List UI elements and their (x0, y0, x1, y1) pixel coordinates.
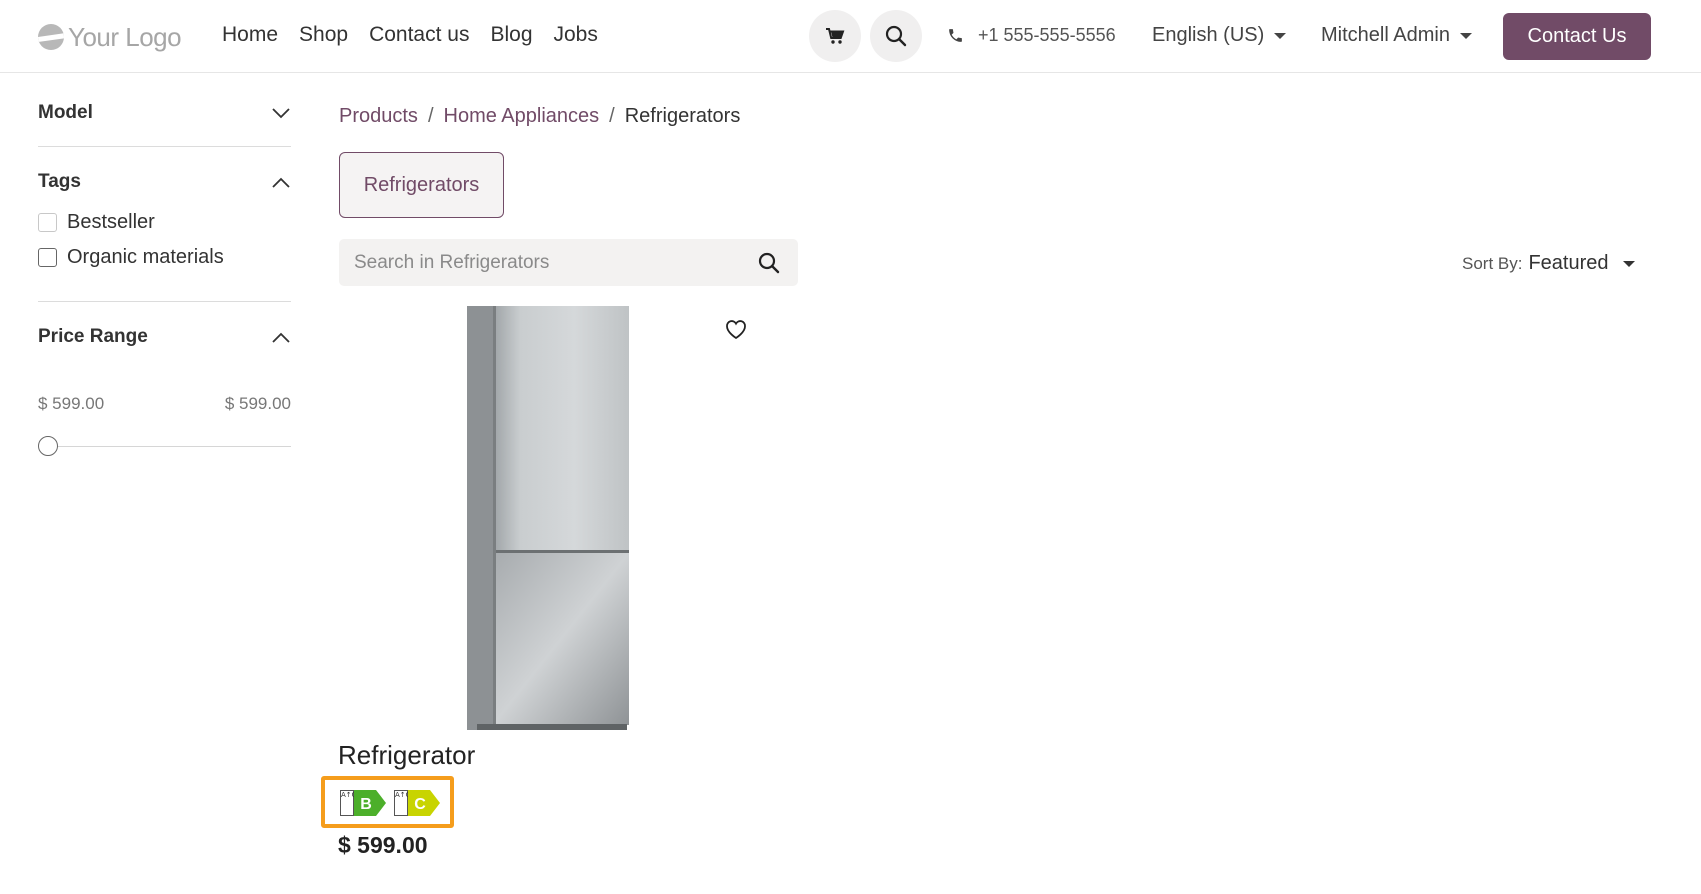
energy-class-arrow: C (408, 790, 440, 816)
cart-button[interactable] (809, 10, 861, 62)
bestseller-checkbox[interactable] (38, 213, 57, 232)
tag-label: Bestseller (67, 211, 155, 233)
logo[interactable]: Your Logo (38, 21, 182, 52)
filter-tags: Tags Bestseller Organic materials (38, 147, 291, 302)
phone-number: +1 555-555-5556 (978, 25, 1116, 45)
phone-link[interactable]: +1 555-555-5556 (947, 25, 1116, 46)
breadcrumb-products[interactable]: Products (339, 105, 418, 128)
product-price: $ 599.00 (338, 832, 428, 858)
filter-model: Model (38, 90, 291, 147)
energy-scale-icon: A↑G (340, 790, 357, 816)
caret-down-icon (1622, 260, 1635, 267)
chevron-up-icon (271, 327, 291, 347)
energy-scale-icon: A↑G (394, 790, 411, 816)
site-header: Your Logo Home Shop Contact us Blog Jobs… (0, 0, 1701, 73)
product-search (339, 239, 798, 286)
organic-materials-checkbox[interactable] (38, 248, 57, 267)
price-max: $ 599.00 (224, 394, 291, 413)
chevron-up-icon (271, 172, 291, 192)
language-dropdown[interactable]: English (US) (1152, 24, 1287, 47)
filter-tags-title: Tags (38, 171, 81, 192)
filter-sidebar: Model Tags Bestseller Organic materials … (38, 90, 291, 462)
search-button[interactable] (870, 10, 922, 62)
heart-icon[interactable] (724, 318, 748, 340)
logo-text: Your Logo (68, 21, 182, 52)
energy-class-text: B (360, 796, 372, 813)
filter-price-title: Price Range (38, 326, 148, 347)
user-name: Mitchell Admin (1321, 24, 1450, 46)
energy-class-arrow: B (354, 790, 386, 816)
breadcrumb-home-appliances[interactable]: Home Appliances (444, 105, 600, 128)
slider-track (38, 446, 291, 447)
breadcrumb-separator: / (609, 105, 615, 127)
sort-label: Sort By: (1462, 253, 1523, 273)
filter-tags-header[interactable]: Tags (38, 159, 291, 205)
caret-down-icon (1274, 32, 1287, 39)
tag-option-bestseller[interactable]: Bestseller (38, 205, 291, 240)
language-label: English (US) (1152, 24, 1265, 46)
filter-price-range: Price Range $ 599.00 $ 599.00 (38, 302, 291, 462)
energy-label-b: A↑G B (340, 790, 386, 816)
search-icon (885, 25, 907, 47)
search-input[interactable] (354, 251, 744, 274)
nav-home[interactable]: Home (222, 23, 278, 47)
product-name[interactable]: Refrigerator (338, 740, 475, 771)
phone-icon (949, 29, 962, 42)
caret-down-icon (1459, 32, 1472, 39)
user-dropdown[interactable]: Mitchell Admin (1321, 24, 1472, 47)
nav-blog[interactable]: Blog (490, 23, 532, 47)
filter-price-header[interactable]: Price Range (38, 314, 291, 360)
breadcrumb: Products / Home Appliances / Refrigerato… (339, 105, 740, 128)
cart-icon (826, 28, 845, 44)
nav-contact-us[interactable]: Contact us (369, 23, 469, 47)
sort-dropdown[interactable]: Sort By: Featured (1462, 252, 1635, 275)
energy-class-text: C (414, 796, 426, 813)
energy-labels-highlight: A↑G B A↑G C (321, 776, 454, 828)
nav-shop[interactable]: Shop (299, 23, 348, 47)
tag-label: Organic materials (67, 246, 224, 268)
sort-value: Featured (1528, 252, 1609, 274)
energy-label-c: A↑G C (394, 790, 440, 816)
filter-model-title: Model (38, 102, 93, 123)
contact-us-button[interactable]: Contact Us (1503, 13, 1651, 60)
tag-option-organic-materials[interactable]: Organic materials (38, 240, 291, 275)
logo-icon (38, 24, 64, 50)
price-range-slider[interactable] (38, 432, 291, 462)
filter-model-header[interactable]: Model (38, 90, 291, 136)
nav-jobs[interactable]: Jobs (554, 23, 598, 47)
breadcrumb-current: Refrigerators (624, 105, 741, 127)
price-min: $ 599.00 (38, 394, 105, 413)
search-icon[interactable] (758, 252, 780, 274)
slider-handle[interactable] (38, 436, 58, 456)
price-range-values: $ 599.00 $ 599.00 (38, 394, 291, 414)
main-nav: Home Shop Contact us Blog Jobs (222, 23, 598, 47)
breadcrumb-separator: / (427, 105, 434, 127)
product-image-refrigerator[interactable] (467, 306, 631, 730)
chevron-down-icon (271, 103, 291, 123)
category-refrigerators-button[interactable]: Refrigerators (339, 152, 504, 218)
